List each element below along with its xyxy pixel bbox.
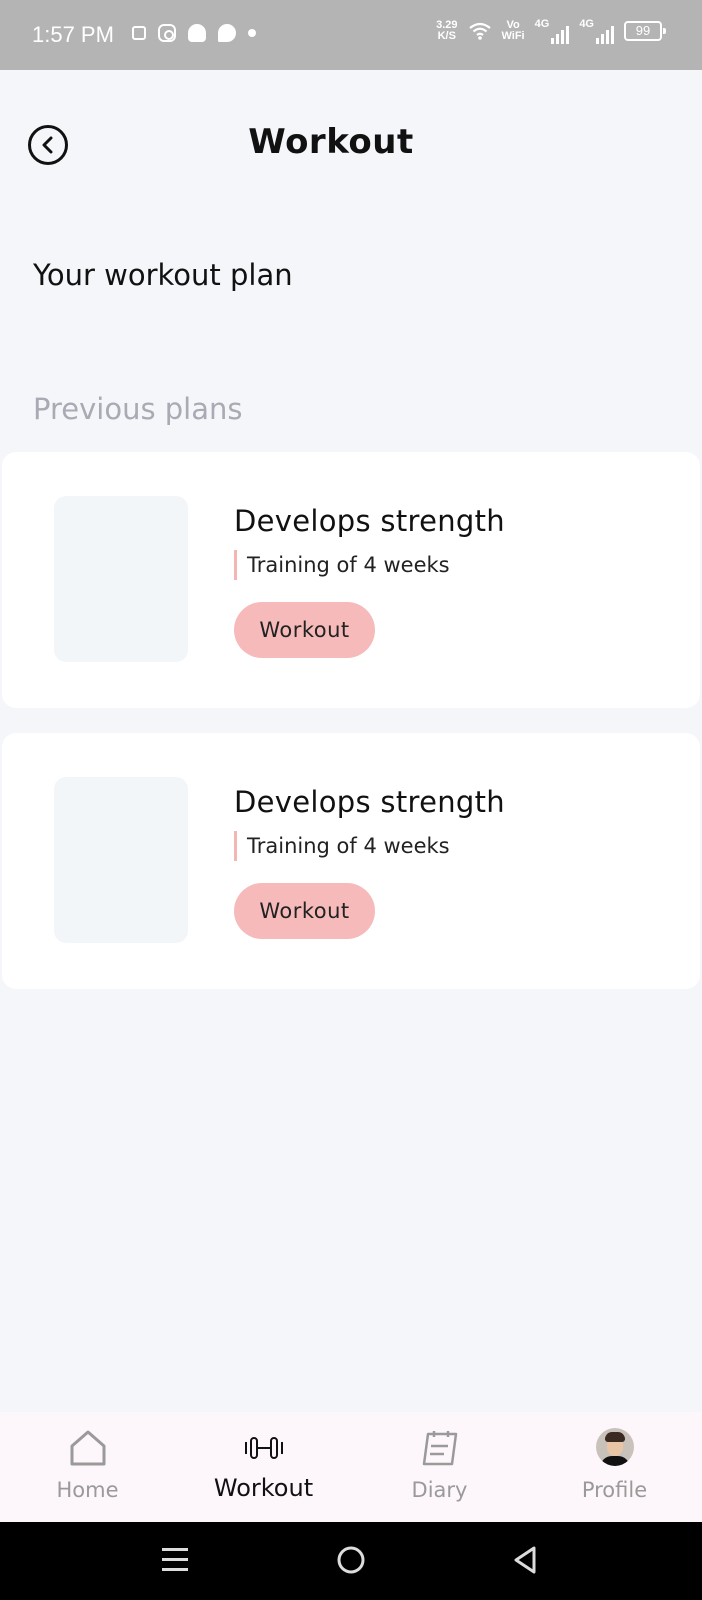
nav-label-diary: Diary bbox=[411, 1478, 468, 1502]
nav-label-profile: Profile bbox=[581, 1478, 648, 1502]
nav-label-home: Home bbox=[56, 1478, 119, 1502]
plan-title: Develops strength bbox=[234, 785, 505, 819]
status-indicators: 3.29 K/S Vo WiFi 4G 4G 99 bbox=[436, 18, 666, 44]
signal-2: 4G bbox=[579, 18, 614, 44]
battery-level: 99 bbox=[635, 23, 651, 38]
nav-label-workout: Workout bbox=[213, 1474, 314, 1502]
network-type-1: 4G bbox=[534, 18, 550, 30]
nav-item-profile[interactable]: Profile bbox=[527, 1412, 702, 1522]
plan-card[interactable]: Develops strength Training of 4 weeks Wo… bbox=[2, 733, 700, 989]
status-time: 1:57 PM bbox=[32, 22, 114, 47]
parking-notification-icon bbox=[132, 26, 146, 40]
chat-notification-icon bbox=[218, 24, 236, 42]
diary-icon bbox=[422, 1431, 457, 1466]
plan-title: Develops strength bbox=[234, 504, 505, 538]
dumbbell-icon bbox=[244, 1437, 283, 1459]
plan-thumbnail bbox=[54, 777, 188, 943]
nav-item-home[interactable]: Home bbox=[0, 1412, 175, 1522]
network-speed: 3.29 K/S bbox=[436, 20, 457, 42]
vowifi-bottom: WiFi bbox=[501, 30, 525, 42]
instagram-notification-icon bbox=[158, 24, 176, 42]
notification-icons bbox=[132, 24, 256, 42]
nav-item-workout[interactable]: Workout bbox=[176, 1412, 351, 1522]
avatar bbox=[595, 1428, 634, 1466]
plan-thumbnail bbox=[54, 496, 188, 662]
network-type-2: 4G bbox=[579, 18, 594, 30]
workout-button[interactable]: Workout bbox=[234, 602, 375, 658]
snapchat-notification-icon bbox=[188, 24, 206, 42]
status-bar: 1:57 PM 3.29 K/S Vo WiFi 4G 4G 99 bbox=[0, 0, 702, 70]
plan-subtitle: Training of 4 weeks bbox=[234, 831, 450, 861]
bottom-navigation: Home Workout Diary Profile bbox=[0, 1412, 702, 1522]
workout-button[interactable]: Workout bbox=[234, 883, 375, 939]
workout-plan-heading: Your workout plan bbox=[33, 258, 293, 292]
page-title: Workout bbox=[248, 122, 414, 162]
battery-icon: 99 bbox=[624, 21, 666, 41]
system-navigation-bar bbox=[0, 1522, 702, 1600]
home-circle-icon[interactable] bbox=[335, 1544, 367, 1580]
plan-subtitle: Training of 4 weeks bbox=[234, 550, 450, 580]
plan-card[interactable]: Develops strength Training of 4 weeks Wo… bbox=[2, 452, 700, 708]
more-notifications-dot-icon bbox=[248, 29, 256, 37]
signal-bars-2-icon bbox=[596, 26, 614, 44]
signal-1: 4G bbox=[535, 18, 570, 44]
home-icon bbox=[70, 1430, 105, 1466]
nav-item-diary[interactable]: Diary bbox=[352, 1412, 527, 1522]
wifi-icon bbox=[468, 22, 491, 40]
signal-bars-1-icon bbox=[551, 26, 570, 44]
previous-plans-heading: Previous plans bbox=[33, 392, 243, 426]
back-triangle-icon[interactable] bbox=[510, 1544, 540, 1580]
recent-apps-icon[interactable] bbox=[160, 1544, 190, 1580]
vowifi-indicator: Vo WiFi bbox=[502, 20, 525, 42]
network-speed-unit: K/S bbox=[437, 30, 456, 42]
